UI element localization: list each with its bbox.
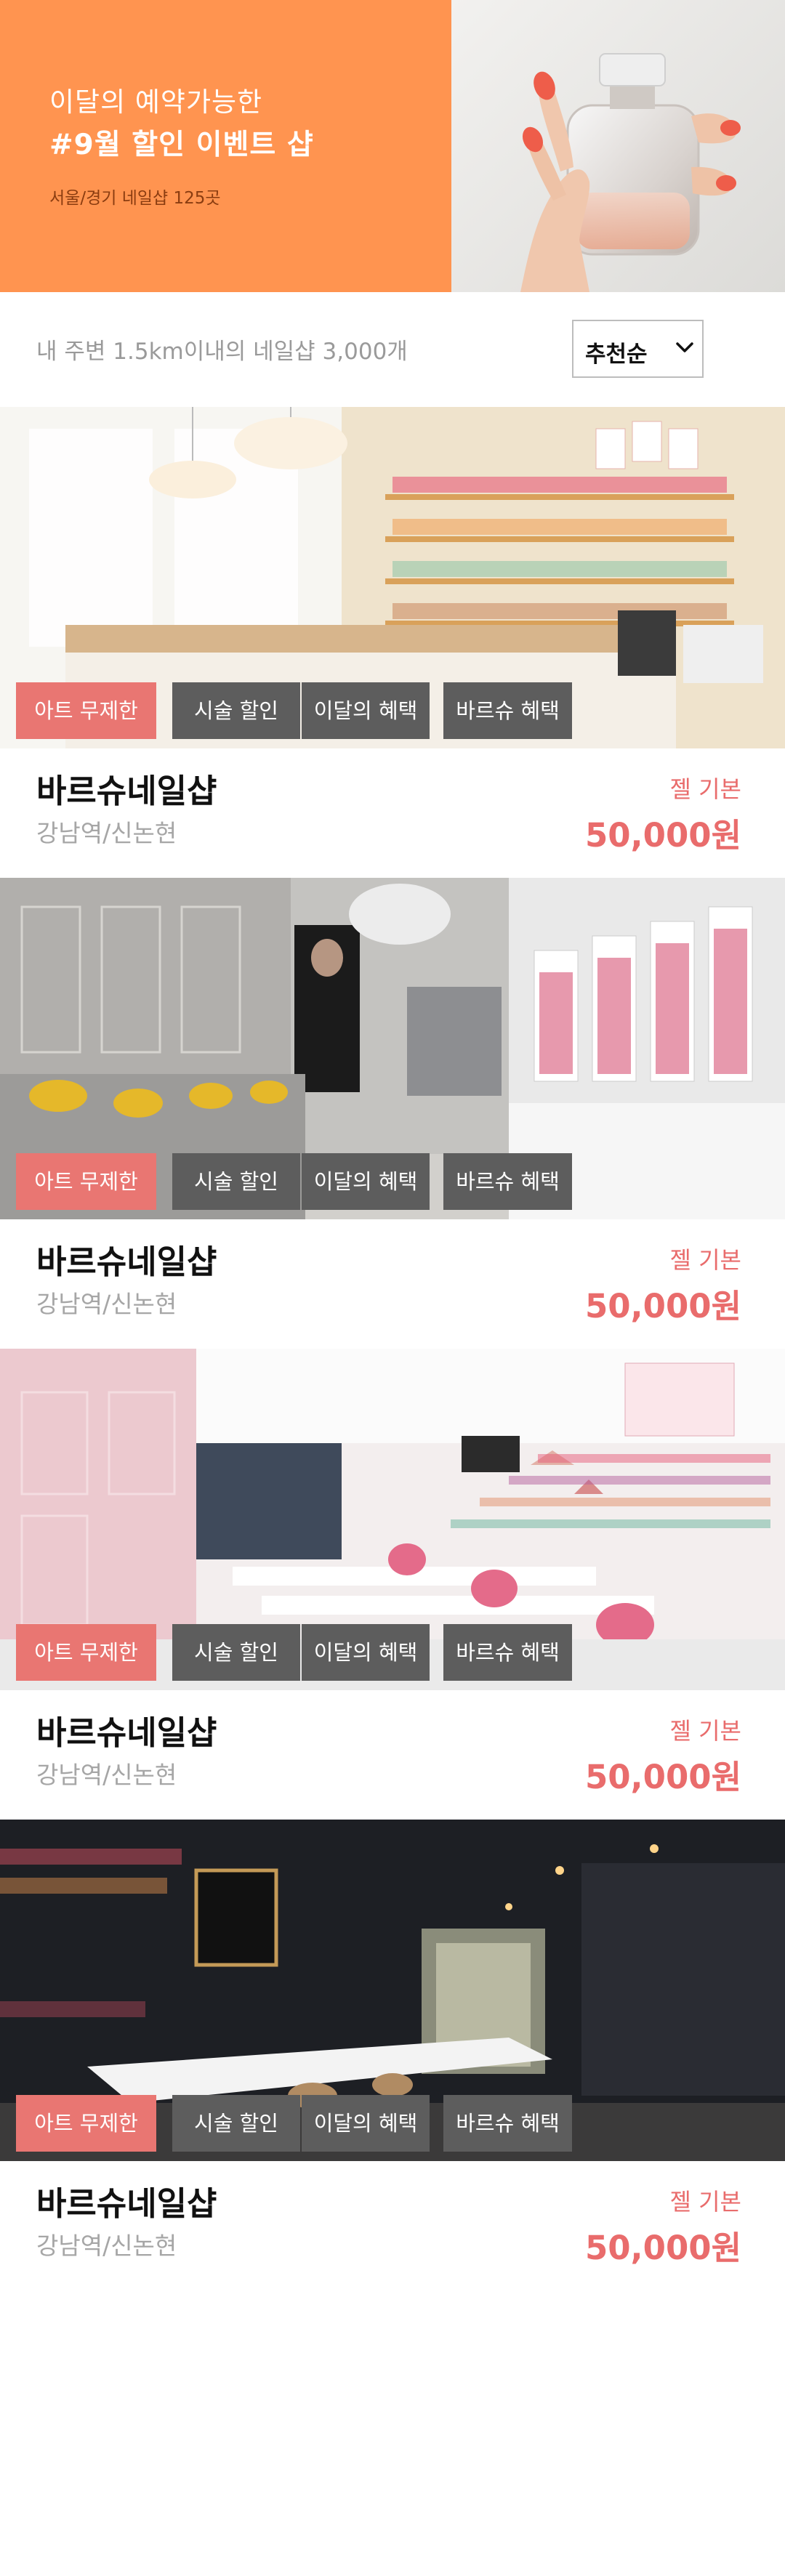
shop-area: 강남역/신논현: [36, 1761, 177, 1789]
shop-name: 바르슈네일샵: [36, 1243, 217, 1281]
price-value: 50,000원: [584, 816, 741, 855]
shop-card[interactable]: 아트 무제한 시술 할인 이달의 혜택 바르슈 혜택 바르슈네일샵 강남역/신논…: [0, 1820, 785, 2290]
nearby-shop-count: 내 주변 1.5km이내의 네일샵 3,000개: [36, 339, 408, 365]
tag-barshu-benefit: 바르슈 혜택: [443, 682, 572, 739]
perfume-bottle-hand-photo: [451, 0, 785, 292]
shop-area: 강남역/신논현: [36, 2232, 177, 2260]
event-banner-title: #9월 할인 이벤트 샵: [49, 129, 314, 161]
chevron-down-icon: [675, 342, 694, 358]
event-banner-subtitle: 이달의 예약가능한: [49, 86, 263, 118]
shop-name: 바르슈네일샵: [36, 2184, 217, 2223]
tag-art-unlimited: 아트 무제한: [16, 2095, 156, 2152]
shop-card[interactable]: 아트 무제한 시술 할인 이달의 혜택 바르슈 혜택 바르슈네일샵 강남역/신논…: [0, 878, 785, 1349]
tag-art-unlimited: 아트 무제한: [16, 682, 156, 739]
shop-name: 바르슈네일샵: [36, 772, 217, 810]
price-label: 젤 기본: [669, 775, 742, 803]
shop-name: 바르슈네일샵: [36, 1713, 217, 1752]
tag-art-unlimited: 아트 무제한: [16, 1624, 156, 1681]
tag-treatment-discount: 시술 할인: [172, 1153, 300, 1210]
shop-card[interactable]: 아트 무제한 시술 할인 이달의 혜택 바르슈 혜택 바르슈네일샵 강남역/신논…: [0, 1349, 785, 1820]
price-label: 젤 기본: [669, 1246, 742, 1274]
tag-monthly-benefit: 이달의 혜택: [302, 682, 430, 739]
price-label: 젤 기본: [669, 2188, 742, 2216]
shop-area: 강남역/신논현: [36, 819, 177, 847]
tag-treatment-discount: 시술 할인: [172, 1624, 300, 1681]
shop-area: 강남역/신논현: [36, 1290, 177, 1318]
tag-barshu-benefit: 바르슈 혜택: [443, 2095, 572, 2152]
tag-art-unlimited: 아트 무제한: [16, 1153, 156, 1210]
tag-barshu-benefit: 바르슈 혜택: [443, 1624, 572, 1681]
tag-treatment-discount: 시술 할인: [172, 2095, 300, 2152]
tag-monthly-benefit: 이달의 혜택: [302, 1624, 430, 1681]
event-banner[interactable]: 이달의 예약가능한 #9월 할인 이벤트 샵 서울/경기 네일샵 125곳: [0, 0, 785, 292]
price-value: 50,000원: [584, 2229, 741, 2267]
price-value: 50,000원: [584, 1287, 741, 1325]
price-value: 50,000원: [584, 1758, 741, 1796]
tag-monthly-benefit: 이달의 혜택: [302, 1153, 430, 1210]
event-banner-text-panel: 이달의 예약가능한 #9월 할인 이벤트 샵 서울/경기 네일샵 125곳: [0, 0, 451, 292]
sort-dropdown-label: 추천순: [585, 342, 648, 368]
tag-treatment-discount: 시술 할인: [172, 682, 300, 739]
price-label: 젤 기본: [669, 1717, 742, 1745]
event-banner-caption: 서울/경기 네일샵 125곳: [49, 189, 221, 208]
shop-card[interactable]: 아트 무제한 시술 할인 이달의 혜택 바르슈 혜택 바르슈네일샵 강남역/신논…: [0, 407, 785, 878]
tag-barshu-benefit: 바르슈 혜택: [443, 1153, 572, 1210]
sort-dropdown[interactable]: 추천순: [572, 320, 704, 378]
tag-monthly-benefit: 이달의 혜택: [302, 2095, 430, 2152]
